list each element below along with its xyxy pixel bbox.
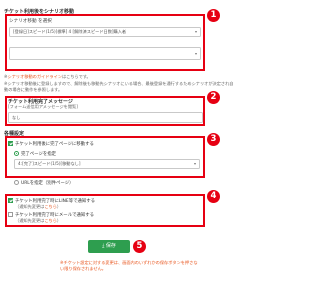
guideline-link[interactable]: シナリオ移動のガイドライン bbox=[8, 74, 62, 79]
line-notify-sub: （通知先変更はこちら） bbox=[15, 204, 61, 210]
completion-page-select[interactable]: 4:[完了]スピード(1/5)[移動なし] ▾ bbox=[14, 159, 200, 169]
scenario-move-label: シナリオ移動 を選択 bbox=[9, 19, 52, 24]
completion-page-value: 4:[完了]スピード(1/5)[移動なし] bbox=[18, 161, 81, 166]
line-notify-checkbox[interactable] bbox=[8, 198, 13, 203]
step-badge-5: 5 bbox=[133, 240, 146, 253]
specify-url-radio[interactable] bbox=[14, 180, 19, 185]
line-notify-sub-prefix: （通知先変更は bbox=[15, 204, 45, 209]
save-warning: ※チケット設定に対する変更は、画面内のいずれかの保存ボタンを押さない限り保存され… bbox=[60, 260, 198, 271]
guideline-link-line: ※シナリオ移動のガイドラインはこちらです。 bbox=[4, 74, 224, 80]
step-badge-3: 3 bbox=[207, 133, 220, 146]
save-button[interactable]: ⤓ 保存 bbox=[88, 240, 130, 253]
chevron-down-icon: ▾ bbox=[193, 161, 196, 166]
specify-completion-page-label: 完了ページを指定 bbox=[21, 152, 57, 157]
chevron-down-icon: ▾ bbox=[194, 51, 197, 56]
mail-notify-sub: （通知先変更はこちら） bbox=[15, 218, 61, 224]
mail-notify-change-link[interactable]: こちら bbox=[44, 218, 57, 223]
specify-completion-page-radio[interactable] bbox=[14, 151, 19, 156]
step-badge-4: 4 bbox=[207, 190, 220, 203]
scenario-select-value: [登録日]スピード(1/5)[標準] 4 [解除済スピード日数]購入者 bbox=[13, 29, 127, 34]
completion-message-value: なし bbox=[12, 115, 21, 120]
scenario-select[interactable]: [登録日]スピード(1/5)[標準] 4 [解除済スピード日数]購入者 ▾ bbox=[9, 27, 201, 37]
scenario-note: ※シナリオ移動後に登録しますので、解除後も移動先シナリオにいる場合、最後登録を通… bbox=[4, 81, 234, 92]
completion-message-select[interactable]: なし bbox=[8, 112, 203, 123]
mail-notify-sub-prefix: （通知先変更は bbox=[15, 218, 45, 223]
scenario-select-secondary[interactable]: ▾ bbox=[9, 47, 201, 60]
chevron-down-icon: ▾ bbox=[194, 29, 197, 34]
redirect-completion-label: チケット利用後に完了ページに移動する bbox=[15, 142, 94, 147]
step-badge-1: 1 bbox=[207, 9, 220, 22]
download-icon: ⤓ bbox=[102, 243, 105, 249]
step-badge-2: 2 bbox=[207, 91, 220, 104]
save-button-label: 保存 bbox=[105, 243, 116, 249]
message-form-link[interactable]: [フォーム送信用アメッセージを閲覧] bbox=[8, 104, 78, 110]
mail-notify-checkbox[interactable] bbox=[8, 212, 13, 217]
line-notify-change-link[interactable]: こちら bbox=[44, 204, 57, 209]
line-notify-sub-suffix: ） bbox=[56, 204, 62, 209]
redirect-completion-checkbox[interactable] bbox=[8, 141, 13, 146]
specify-url-label: URLを指定（別件ページ） bbox=[21, 181, 74, 186]
guideline-suffix: はこちらです。 bbox=[61, 74, 91, 79]
mail-notify-sub-suffix: ） bbox=[56, 218, 62, 223]
